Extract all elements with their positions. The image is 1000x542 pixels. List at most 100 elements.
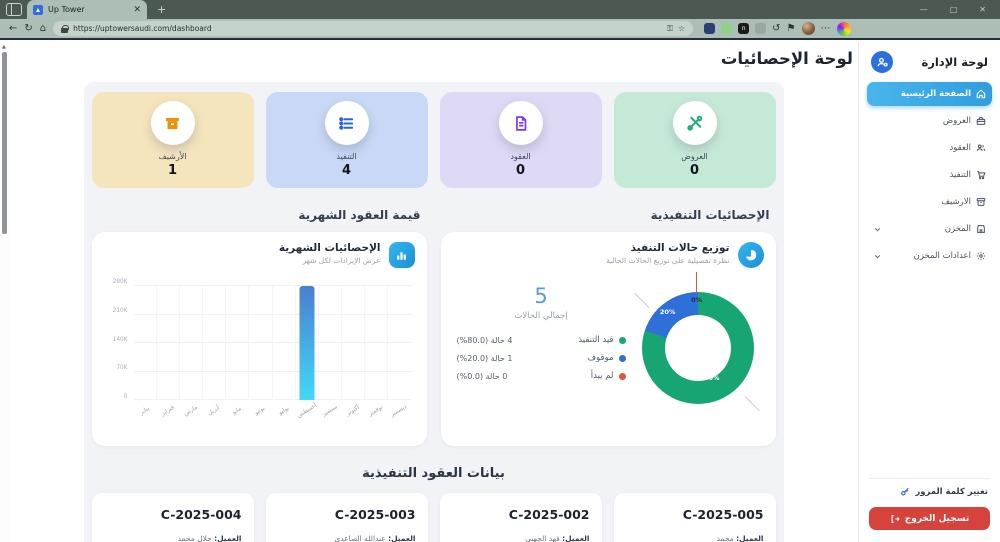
extension-icon[interactable] [704,23,715,34]
logout-button[interactable]: تسجيل الخروج [869,507,990,530]
stat-label: العقود [448,152,594,161]
home-icon [976,89,986,99]
window-maximize-icon[interactable]: □ [950,5,958,14]
legend-row-not-started: لم يبدأ 0 حالة (0.0%) [457,371,626,381]
contract-card[interactable]: C-2025-004 العميل: جلال محمد [92,493,254,542]
stat-label: العروض [622,152,768,161]
tab-close-icon[interactable]: ✕ [133,5,141,15]
change-password-link[interactable]: تغيير كلمة المرور [859,479,1000,505]
back-icon[interactable]: ← [9,24,17,34]
status-distribution-card: توزيع حالات التنفيذ نظرة تفصيلية على توز… [441,232,776,446]
url-bar[interactable]: https://uptowersaudi.com/dashboard ⚿ ☆ [53,21,693,36]
chevron-down-icon[interactable] [873,252,882,261]
section-heading: الإحصائيات التنفيذية [447,208,770,222]
extension-icon[interactable]: n [738,23,749,34]
scrollbar-thumb[interactable] [2,52,7,234]
sidebar-item-execution[interactable]: التنفيذ [867,163,992,187]
offers-icon [976,116,986,126]
stat-card-offers[interactable]: العروض 0 [614,92,776,188]
sidebar-item-warehouse[interactable]: المخزن [867,217,992,241]
y-axis-tick: 210K [113,308,128,314]
sidebar-item-warehouse-settings[interactable]: اعدادات المخزن [867,244,992,268]
lock-icon [61,25,68,33]
extension-icon[interactable] [755,23,766,34]
browser-tab[interactable]: Up Tower ✕ [27,0,147,19]
monthly-value-section: قيمة العقود الشهرية الإحصائيات الشهرية ع… [92,206,427,446]
bar-أغسطس [299,286,314,400]
list-icon [325,101,369,145]
leader-line [696,272,697,294]
url-text: https://uptowersaudi.com/dashboard [73,24,662,33]
contract-number: C-2025-002 [452,507,590,522]
contract-number: C-2025-005 [626,507,764,522]
x-axis-label: أبريل [207,405,221,417]
tools-icon [673,101,717,145]
scroll-up-icon[interactable]: ▲ [2,44,6,50]
vertical-scrollbar[interactable]: ▲ [0,42,10,542]
contract-card[interactable]: C-2025-003 العميل: عبدالله الصاعدي [266,493,428,542]
y-axis-tick: 0 [124,394,128,400]
key-icon [900,487,910,497]
contract-card[interactable]: C-2025-002 العميل: فهد الجهني [440,493,602,542]
window-minimize-icon[interactable]: — [920,5,928,14]
cart-icon [976,170,986,180]
password-key-icon[interactable]: ⚿ [667,24,673,34]
chart-slot [134,286,156,400]
home-icon[interactable]: ⌂ [40,24,46,34]
section-heading: قيمة العقود الشهرية [98,208,421,222]
contract-card[interactable]: C-2025-005 العميل: محمد [614,493,776,542]
y-axis-tick: 140K [113,337,128,343]
store-icon [976,224,986,234]
account-avatar[interactable] [837,22,851,36]
browser-tabstrip: Up Tower ✕ + — □ ✕ [0,0,1000,19]
stat-label: الأرشيف [100,152,246,161]
admin-user-icon [871,51,893,73]
stat-card-execution[interactable]: التنفيذ 4 [266,92,428,188]
sidebar-item-archive[interactable]: الارشيف [867,190,992,214]
document-icon [499,101,543,145]
admin-sidebar: لوحة الإدارة الصفحة الرئيسية العروض العق… [858,42,1000,542]
firefox-window: Up Tower ✕ + — □ ✕ ← ↻ ⌂ https://uptower… [0,0,1000,542]
new-tab-button[interactable]: + [157,3,166,16]
chart-slot [341,286,364,400]
stat-card-archive[interactable]: الأرشيف 1 [92,92,254,188]
chart-slot [272,286,295,400]
x-axis-label: أغسطس [296,403,318,420]
chart-slot [179,286,202,400]
extension-icon[interactable] [721,23,732,34]
slice-label-20: 20% [660,308,676,316]
chevron-down-icon[interactable] [873,225,882,234]
bookmark-star-icon[interactable]: ☆ [678,24,685,33]
overflow-menu-icon[interactable]: ⋯ [821,24,831,34]
monthly-bar-chart: 070K140K210K280K ينايرفبرايرمارسأبريلماي… [104,282,415,432]
x-axis-label: ديسمبر [390,404,408,418]
executive-stats-section: الإحصائيات التنفيذية توزيع حالات التنفيذ… [441,206,776,446]
reload-icon[interactable]: ↻ [24,24,32,34]
chart-slot [248,286,271,400]
sidebar-nav: الصفحة الرئيسية العروض العقود التنفيذ ال… [859,80,1000,270]
contract-number: C-2025-003 [278,507,416,522]
tab-title: Up Tower [48,5,128,14]
stats-row: العروض 0 العقود 0 التنفيذ [92,92,776,188]
profile-avatar[interactable] [802,22,815,35]
sidebar-title: لوحة الإدارة [921,55,988,69]
stat-card-contracts[interactable]: العقود 0 [440,92,602,188]
status-donut-chart: 80% 20% 0% [638,292,754,408]
extensions-area: n ↺ ⚑ ⋯ [704,22,850,36]
bookmarks-flag-icon[interactable]: ⚑ [787,24,796,34]
chart-slot [364,286,387,400]
sidebar-item-home[interactable]: الصفحة الرئيسية [867,82,992,106]
archive-box-icon [151,101,195,145]
browser-toolbar: ← ↻ ⌂ https://uptowersaudi.com/dashboard… [0,19,1000,40]
contracts-row: C-2025-005 العميل: محمد C-2025-002 العمي… [92,493,776,542]
sidebar-item-offers[interactable]: العروض [867,109,992,133]
stat-value: 0 [622,163,768,178]
contract-number: C-2025-004 [104,507,242,522]
legend-dot [619,373,626,380]
stat-label: التنفيذ [274,152,420,161]
sidebar-item-contracts[interactable]: العقود [867,136,992,160]
window-close-icon[interactable]: ✕ [979,5,986,14]
sync-icon[interactable]: ↺ [772,24,780,34]
stat-value: 0 [448,163,594,178]
firefox-view-icon[interactable] [6,3,22,16]
